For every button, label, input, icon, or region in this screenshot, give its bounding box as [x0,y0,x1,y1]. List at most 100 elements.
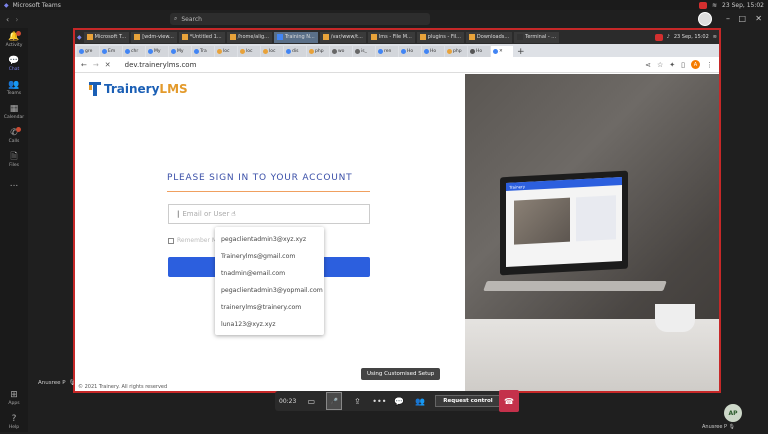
sidebar-item-label: Chat [8,66,20,72]
browser-tab[interactable]: php [445,46,467,57]
remote-task-tab[interactable]: *Untitled 1... [178,31,225,43]
browser-address-bar: ← → ✕ dev.trainerylms.com ⋖ ☆ ✦ ▯ A ⋮ [75,57,719,73]
sidebar-panel-icon[interactable]: ▯ [681,61,685,69]
teams-title-bar: ‹ › ⌕ Search – □ ✕ [0,10,768,28]
chat-bubble-icon[interactable]: 💬 [393,397,405,406]
browser-tab[interactable]: My [146,46,168,57]
browser-tab[interactable]: loc [261,46,283,57]
autocomplete-item[interactable]: pegaclientadmin3@yopmail.com [215,282,324,299]
title-underline [167,191,370,192]
sidebar-item-activity[interactable]: 🔔 Activity [0,28,28,52]
maximize-icon[interactable]: □ [738,14,746,23]
sidebar-item-calls[interactable]: ✆ Calls [0,124,28,148]
browser-tab[interactable]: dis [284,46,306,57]
remote-wifi-icon: ≋ [712,34,717,40]
sidebar-item-label: Calls [8,138,20,144]
remote-task-tab[interactable]: Training N... [273,31,318,43]
new-tab-icon[interactable]: + [517,47,525,57]
chat-icon: 💬 [8,55,20,66]
os-app-title: Microsoft Teams [12,1,61,9]
sidebar-item-teams[interactable]: 👥 Teams [0,76,28,100]
sidebar-item-apps[interactable]: ⊞ Apps [0,386,28,410]
browser-tab[interactable]: Ho [422,46,444,57]
browser-tab[interactable]: chr [123,46,145,57]
autocomplete-dropdown: pegaclientadmin3@xyz.xyz Trainerylms@gma… [215,227,324,335]
forward-icon[interactable]: → [93,61,99,69]
page-footer: © 2021 Trainery. All rights reserved [78,384,168,390]
browser-tab[interactable]: My [169,46,191,57]
browser-tab-active[interactable]: ✕ [491,46,513,57]
remote-task-tab[interactable]: [wdm-view... [131,31,177,43]
teams-search-input[interactable]: ⌕ Search [170,13,430,25]
remote-menu-icon[interactable]: ◆ [77,34,82,41]
sidebar-item-label: Help [8,424,20,430]
close-icon[interactable]: ✕ [755,14,762,23]
share-icon[interactable]: ⋖ [645,61,651,69]
laptop-image: Trainery [500,170,628,276]
remote-task-tab[interactable]: /var/www/t... [319,31,366,43]
remote-task-tab[interactable]: /home/alig... [226,31,272,43]
file-icon: 🗎 [10,151,18,162]
os-top-bar: ◆ Microsoft Teams ≋ 23 Sep, 15:02 [0,0,768,10]
browser-tab[interactable]: ren [376,46,398,57]
bookmark-star-icon[interactable]: ☆ [657,61,663,69]
sidebar-item-chat[interactable]: 💬 Chat [0,52,28,76]
remote-task-tab[interactable]: Terminal - ... [514,31,560,43]
autocomplete-item[interactable]: trainerylms@trainery.com [215,299,324,316]
browser-tab[interactable]: loc [215,46,237,57]
remote-task-tab[interactable]: Microsoft T... [83,31,130,43]
sidebar-item-more[interactable]: ... [0,172,28,196]
hang-up-icon: ☎ [504,396,514,406]
presenter-name: Anusree P [38,380,66,386]
hang-up-button[interactable]: ☎ [499,390,519,412]
request-control-button[interactable]: Request control [435,395,501,407]
browser-tab[interactable]: is_ [353,46,375,57]
remote-task-tab[interactable]: lms - File M... [367,31,415,43]
more-actions-icon[interactable]: ••• [372,397,386,406]
browser-tab[interactable]: wo [330,46,352,57]
remote-clock: 23 Sep, 15:02 [673,34,709,40]
sidebar-item-calendar[interactable]: ▦ Calendar [0,100,28,124]
autocomplete-item[interactable]: Trainerylms@gmail.com [215,248,324,265]
browser-tab[interactable]: gre [77,46,99,57]
browser-tab[interactable]: loc [238,46,260,57]
call-timer: 00:23 [279,397,297,405]
sidebar-item-files[interactable]: 🗎 Files [0,148,28,172]
sidebar-item-label: Files [9,162,19,168]
user-avatar[interactable] [698,12,712,26]
browser-menu-icon[interactable]: ⋮ [706,61,713,69]
remote-bell-icon: ♪ [666,34,670,40]
browser-tab[interactable]: Em [100,46,122,57]
url-field[interactable]: dev.trainerylms.com [125,61,197,69]
teams-app-icon: ◆ [4,1,9,9]
remember-checkbox[interactable] [168,237,174,244]
recording-icon [699,1,707,9]
share-screen-icon[interactable]: ⇪ [351,397,363,406]
profile-avatar[interactable]: A [691,60,700,69]
browser-tab[interactable]: Tra [192,46,214,57]
browser-tab[interactable]: php [307,46,329,57]
browser-tab[interactable]: Ho [399,46,421,57]
remote-task-tab[interactable]: plugins - Fil... [416,31,464,43]
forward-arrow-icon[interactable]: › [15,15,18,24]
email-input[interactable]: | Email or User ☝ [168,204,370,224]
back-icon[interactable]: ← [81,61,87,69]
remember-me[interactable]: Remember M [168,237,217,244]
sidebar-item-help[interactable]: ? Help [0,410,28,434]
browser-tab[interactable]: Ho [468,46,490,57]
camera-off-icon[interactable]: ▭ [305,397,317,406]
minimize-icon[interactable]: – [726,14,730,23]
close-tab-icon[interactable]: ✕ [499,49,503,54]
back-arrow-icon[interactable]: ‹ [6,15,9,24]
autocomplete-item[interactable]: luna123@xyz.xyz [215,316,324,333]
stop-loading-icon[interactable]: ✕ [105,61,111,69]
remote-task-tab[interactable]: Downloads... [465,31,513,43]
autocomplete-item[interactable]: tnadmin@email.com [215,265,324,282]
extensions-icon[interactable]: ✦ [669,61,675,69]
help-icon: ? [11,413,17,424]
wifi-icon: ≋ [712,1,718,9]
mic-toggle-icon[interactable]: 🎤 [326,392,343,410]
participants-icon[interactable]: 👥 [414,397,426,406]
email-placeholder: Email or User [182,210,230,218]
autocomplete-item[interactable]: pegaclientadmin3@xyz.xyz [215,231,324,248]
